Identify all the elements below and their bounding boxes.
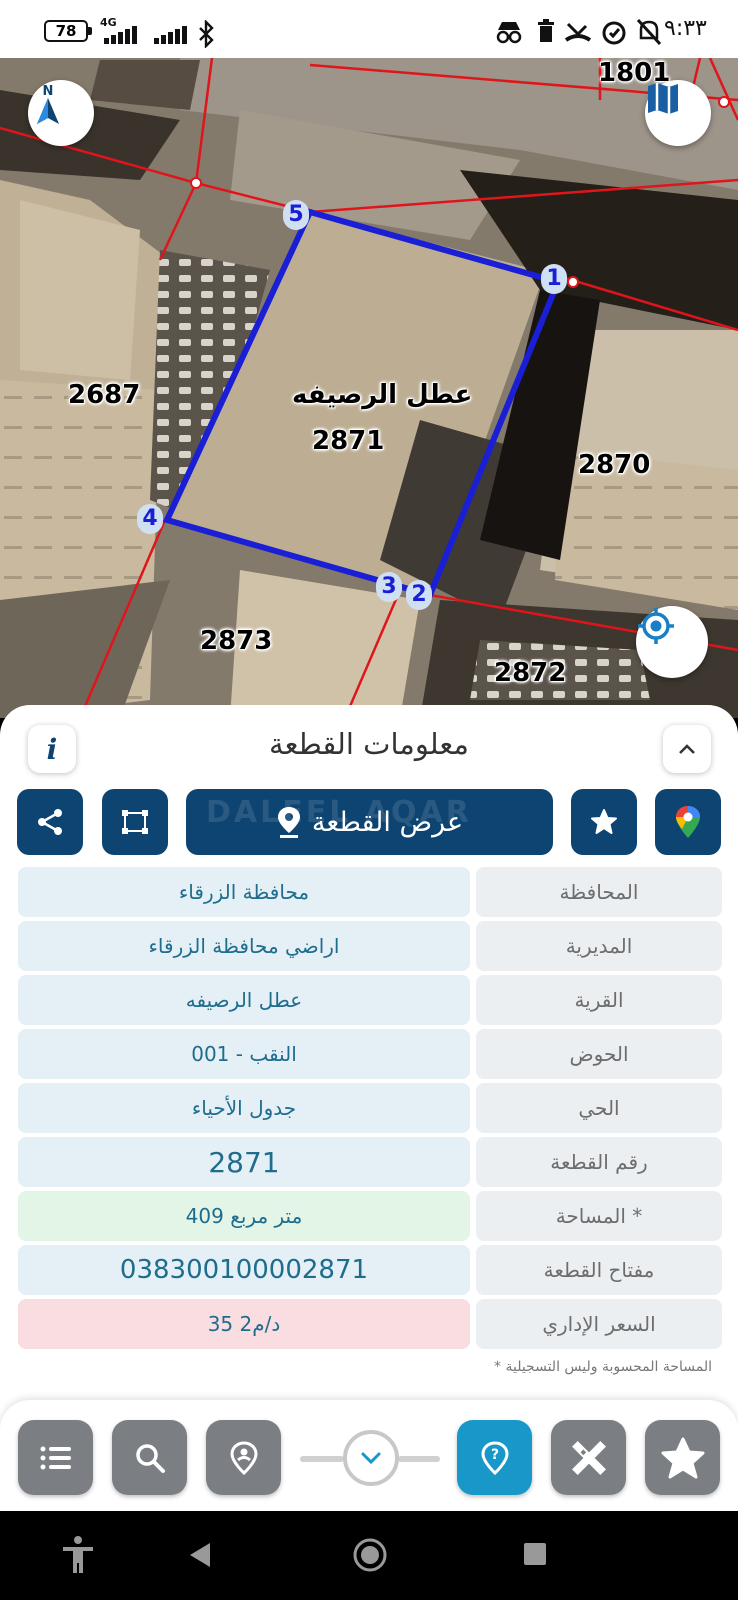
parcel-label-2873[interactable]: 2873: [200, 626, 272, 656]
recents-icon[interactable]: [522, 1541, 548, 1567]
trash-icon: [538, 19, 554, 42]
system-nav-bar: [0, 1511, 738, 1600]
polygon-icon: [122, 810, 148, 834]
governorate-label: المحافظة: [476, 867, 722, 917]
info-row-parcel-number: 2871 رقم القطعة: [18, 1137, 722, 1187]
north-button[interactable]: N: [28, 80, 94, 146]
info-row-admin-price: 35 د/م2 السعر الإداري: [18, 1299, 722, 1349]
list-icon: [40, 1446, 71, 1469]
collapse-sheet-button[interactable]: [663, 725, 711, 773]
parcel-label-2687[interactable]: 2687: [68, 380, 140, 410]
area-footnote: * المساحة المحسوبة وليس التسجيلية: [494, 1359, 712, 1375]
bottom-toolbar: ?: [0, 1400, 738, 1511]
share-icon: [38, 809, 62, 835]
signal-icon: [104, 26, 137, 44]
vertex-badge-5: 5: [283, 200, 309, 230]
admin-price-value: 35 د/م2: [18, 1299, 470, 1349]
parcel-number-value: 2871: [18, 1137, 470, 1187]
basin-value: النقب - 001: [18, 1029, 470, 1079]
open-google-maps-button[interactable]: [655, 789, 721, 855]
signal-icon-2: [154, 26, 187, 44]
favorites-button[interactable]: [645, 1420, 720, 1495]
selected-parcel-label[interactable]: 2871: [312, 426, 384, 456]
alarm-icon: [602, 21, 626, 45]
clock: ٩:٣٣: [664, 16, 707, 41]
sheet-title: معلومات القطعة: [269, 727, 469, 761]
neighborhood-label: الحي: [476, 1083, 722, 1133]
slider-track-left: [300, 1456, 344, 1462]
share-button[interactable]: [17, 789, 83, 855]
search-button[interactable]: [112, 1420, 187, 1495]
vertex-badge-3: 3: [376, 572, 402, 602]
ruler-pencil-icon: [571, 1440, 606, 1475]
chevron-up-icon: [679, 744, 695, 754]
vertex-badge-4: 4: [137, 504, 163, 534]
parcel-number-label: رقم القطعة: [476, 1137, 722, 1187]
parcel-label-2872[interactable]: 2872: [494, 658, 566, 688]
locate-icon: [638, 608, 674, 644]
parcel-key-value: 038300100002871: [18, 1245, 470, 1295]
svg-text:N: N: [43, 84, 54, 99]
parcel-key-label: مفتاح القطعة: [476, 1245, 722, 1295]
watermark-text: DALEEL AQAR: [206, 795, 472, 830]
star-icon: [591, 809, 617, 834]
back-icon[interactable]: [188, 1541, 212, 1569]
map-layers-button[interactable]: [645, 80, 711, 146]
map-icon: [648, 83, 678, 114]
expand-toolbar-knob[interactable]: [343, 1430, 399, 1486]
notifications-off-icon: [636, 18, 662, 46]
help-button[interactable]: ?: [457, 1420, 532, 1495]
svg-text:?: ?: [490, 1447, 498, 1463]
show-parcel-button[interactable]: DALEEL AQAR عرض القطعة: [186, 789, 553, 855]
north-arrow-icon: N: [37, 84, 59, 124]
place-search-button[interactable]: [206, 1420, 281, 1495]
vertex-badge-2: 2: [406, 580, 432, 610]
directorate-value: اراضي محافظة الزرقاء: [18, 921, 470, 971]
missed-call-icon: [564, 22, 592, 42]
directorate-label: المديرية: [476, 921, 722, 971]
help-pin-icon: ?: [480, 1440, 509, 1475]
governorate-value: محافظة الزرقاء: [18, 867, 470, 917]
basin-label: الحوض: [476, 1029, 722, 1079]
star-icon-2: [661, 1437, 704, 1478]
info-row-area: 409 متر مربع المساحة *: [18, 1191, 722, 1241]
village-label: القرية: [476, 975, 722, 1025]
parcel-label-2870[interactable]: 2870: [578, 450, 650, 480]
info-row-neighborhood: جدول الأحياء الحي: [18, 1083, 722, 1133]
favorite-button[interactable]: [571, 789, 637, 855]
locate-me-button[interactable]: [636, 606, 708, 678]
village-value: عطل الرصيفه: [18, 975, 470, 1025]
parcel-info-sheet: i معلومات القطعة DALEEL AQAR عرض القطعة: [0, 705, 738, 1511]
draw-boundary-button[interactable]: [102, 789, 168, 855]
measure-tools-button[interactable]: [551, 1420, 626, 1495]
home-icon[interactable]: [352, 1537, 388, 1573]
status-bar: 78 4G ٩:٣٣: [0, 0, 738, 58]
admin-price-label: السعر الإداري: [476, 1299, 722, 1349]
google-maps-icon: [676, 806, 700, 838]
area-value: 409 متر مربع: [18, 1191, 470, 1241]
info-row-village: عطل الرصيفه القرية: [18, 975, 722, 1025]
neighborhood-value: جدول الأحياء: [18, 1083, 470, 1133]
info-row-parcel-key: 038300100002871 مفتاح القطعة: [18, 1245, 722, 1295]
info-row-basin: النقب - 001 الحوض: [18, 1029, 722, 1079]
accessibility-icon[interactable]: [60, 1535, 96, 1575]
location-person-icon: [229, 1440, 258, 1475]
area-label: المساحة *: [476, 1191, 722, 1241]
search-icon: [135, 1443, 165, 1473]
info-row-governorate: محافظة الزرقاء المحافظة: [18, 867, 722, 917]
chevron-down-icon: [361, 1452, 381, 1465]
list-button[interactable]: [18, 1420, 93, 1495]
info-row-directorate: اراضي محافظة الزرقاء المديرية: [18, 921, 722, 971]
slider-track-right: [398, 1456, 440, 1462]
bluetooth-icon: [199, 20, 214, 48]
parcel-village-label: عطل الرصيفه: [292, 380, 473, 410]
incognito-icon: [496, 22, 522, 44]
vertex-badge-1: 1: [541, 264, 567, 294]
battery-indicator: 78: [44, 20, 92, 42]
satellite-map[interactable]: 5 1 4 3 2 عطل الرصيفه 2871 1801 2687 287…: [0, 58, 738, 718]
